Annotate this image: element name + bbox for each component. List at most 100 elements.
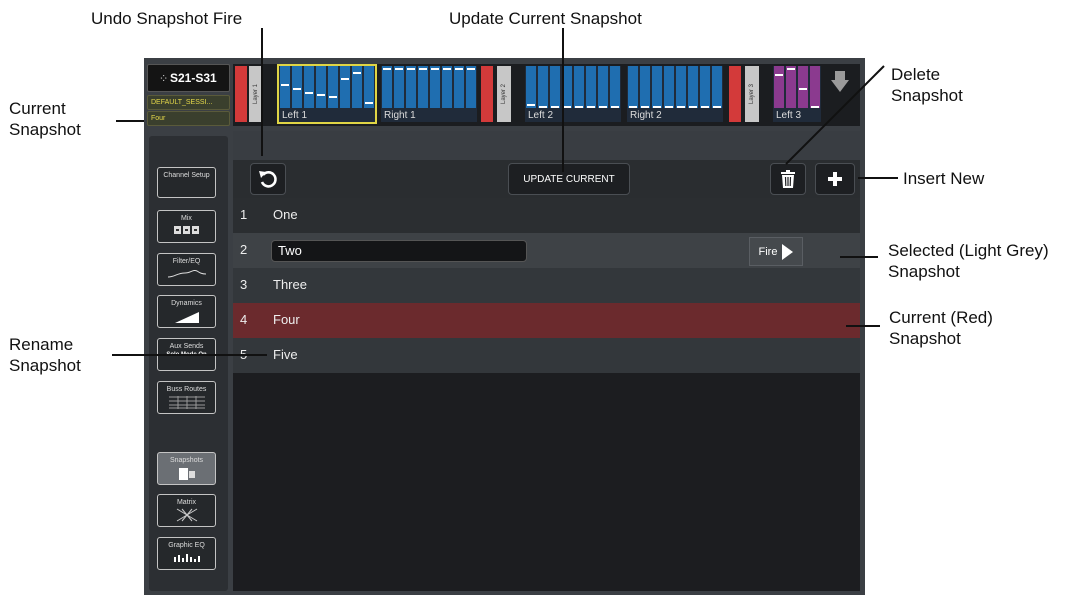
buss-grid-icon [168, 396, 205, 409]
matrix-icon [176, 508, 197, 522]
sidebar-item-mix[interactable]: Mix [157, 210, 216, 243]
sidebar-item-label: Mix [181, 215, 192, 222]
annotation-current-snapshot: Current Snapshot [9, 99, 81, 139]
fader-level-marker [563, 106, 571, 108]
leader-line-current-snapshot [116, 120, 144, 122]
fader-channel[interactable] [430, 66, 440, 108]
fader-group-label: Right 2 [630, 110, 662, 121]
undo-fire-button[interactable] [250, 163, 286, 195]
fire-label: Fire [758, 245, 778, 258]
fader-channel[interactable] [550, 66, 560, 108]
sidebar-item-buss-routes[interactable]: Buss Routes [157, 381, 216, 414]
fader-channel[interactable] [406, 66, 416, 108]
console-logo: ⁘ S21-S31 [147, 64, 230, 92]
fader-level-marker [641, 106, 649, 108]
fader-channel[interactable] [700, 66, 710, 108]
snapshot-row[interactable]: 1 One [233, 198, 860, 233]
sidebar-item-label: Filter/EQ [172, 258, 201, 265]
fader-level-marker [395, 68, 403, 70]
leader-line-selected [840, 256, 878, 258]
fader-level-marker [551, 106, 559, 108]
undo-icon [259, 171, 277, 188]
snapshot-name: Three [273, 277, 307, 292]
fader-level-marker [341, 78, 349, 80]
fader-level-marker [527, 104, 535, 106]
fader-channel[interactable] [340, 66, 350, 108]
fader-channel[interactable] [598, 66, 608, 108]
fader-channel[interactable] [316, 66, 326, 108]
fader-channel[interactable] [304, 66, 314, 108]
fader-group-label: Right 1 [384, 110, 416, 121]
update-current-button[interactable]: UPDATE CURRENT [508, 163, 630, 195]
fader-channel[interactable] [574, 66, 584, 108]
panel-header-bar [233, 131, 860, 160]
fader-channel[interactable] [610, 66, 620, 108]
leader-line-current-red [846, 325, 880, 327]
fire-snapshot-button[interactable]: Fire [749, 237, 803, 266]
fader-level-marker [443, 68, 451, 70]
fader-channel[interactable] [466, 66, 476, 108]
fader-level-marker [629, 106, 637, 108]
session-name-field[interactable]: DEFAULT_SESSI... [147, 95, 230, 110]
fader-level-marker [713, 106, 721, 108]
fader-level-marker [431, 68, 439, 70]
snapshots-icon [178, 468, 195, 480]
fader-layer-strip[interactable]: Layer 1 Left 1 Right 1 Layer 2 Left 2 Ri… [233, 64, 860, 126]
fader-level-marker [689, 106, 697, 108]
sidebar-item-filter-eq[interactable]: Filter/EQ [157, 253, 216, 286]
mix-icon [173, 226, 199, 234]
dynamics-icon [174, 312, 199, 323]
layer-tab-2[interactable]: Layer 2 [497, 66, 511, 122]
fader-level-marker [365, 102, 373, 104]
snapshot-rename-input[interactable]: Two [271, 240, 527, 262]
fader-channel[interactable] [652, 66, 662, 108]
fader-level-marker [419, 68, 427, 70]
fader-channel[interactable] [328, 66, 338, 108]
sidebar-item-graphic-eq[interactable]: Graphic EQ [157, 537, 216, 570]
fader-channel[interactable] [394, 66, 404, 108]
fader-channel[interactable] [640, 66, 650, 108]
snapshot-row-current[interactable]: 4 Four [233, 303, 860, 338]
sidebar-item-snapshots[interactable]: Snapshots [157, 452, 216, 485]
fader-level-marker [305, 92, 313, 94]
sidebar-item-label: Matrix [176, 499, 197, 506]
fader-level-marker [677, 106, 685, 108]
leader-line-delete [785, 65, 885, 165]
sidebar-item-dynamics[interactable]: Dynamics [157, 295, 216, 328]
snapshot-row[interactable]: 3 Three [233, 268, 860, 303]
snapshot-row[interactable]: 5 Five [233, 338, 860, 373]
fader-channel[interactable] [586, 66, 596, 108]
layer-tab-3[interactable]: Layer 3 [745, 66, 759, 122]
fader-channel[interactable] [382, 66, 392, 108]
fader-group-right-2[interactable]: Right 2 [627, 66, 723, 122]
fader-level-marker [575, 106, 583, 108]
fader-group-left-1[interactable]: Left 1 [277, 64, 377, 124]
fader-level-marker [353, 72, 361, 74]
fader-group-right-1[interactable]: Right 1 [381, 66, 477, 122]
fader-level-marker [281, 84, 289, 86]
fader-level-marker [587, 106, 595, 108]
logo-dots-icon: ⁘ [160, 73, 167, 83]
fader-channel[interactable] [292, 66, 302, 108]
fader-level-marker [383, 68, 391, 70]
annotation-undo-snapshot-fire: Undo Snapshot Fire [91, 9, 243, 28]
fader-level-marker [329, 96, 337, 98]
fader-channel[interactable] [538, 66, 548, 108]
fader-channel[interactable] [628, 66, 638, 108]
fader-channel[interactable] [526, 66, 536, 108]
fader-group-left-2[interactable]: Left 2 [525, 66, 621, 122]
layer-indicator-red [481, 66, 493, 122]
sidebar-item-channel-setup[interactable]: Channel Setup [157, 167, 216, 198]
fader-channel[interactable] [454, 66, 464, 108]
eq-curve-icon [167, 269, 206, 278]
fader-channel[interactable] [712, 66, 722, 108]
fader-channel[interactable] [418, 66, 428, 108]
sidebar-item-label: Buss Routes [166, 386, 207, 393]
current-snapshot-field: Four [147, 111, 230, 126]
fader-channel[interactable] [676, 66, 686, 108]
fader-channel[interactable] [688, 66, 698, 108]
fader-channel[interactable] [442, 66, 452, 108]
fader-channel[interactable] [664, 66, 674, 108]
sidebar-item-matrix[interactable]: Matrix [157, 494, 216, 527]
fader-channel[interactable] [280, 66, 290, 108]
